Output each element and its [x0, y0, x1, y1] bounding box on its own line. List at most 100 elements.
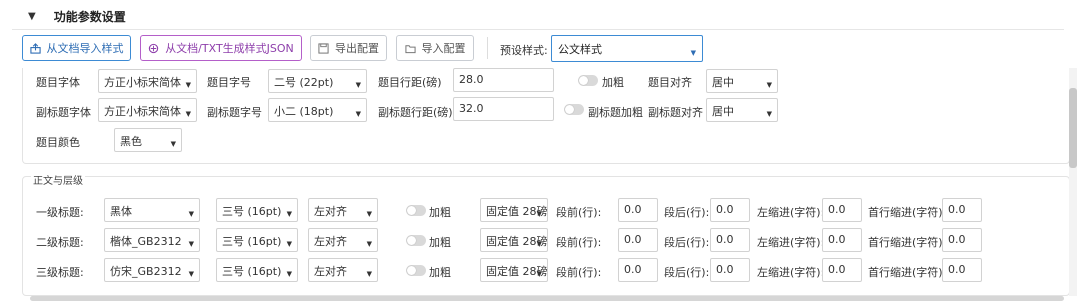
- title-color-select[interactable]: 黑色 ▼: [114, 128, 182, 152]
- row-spacing-select[interactable]: 固定值 28磅 ▼: [480, 258, 548, 282]
- import-config-label: 导入配置: [421, 42, 466, 55]
- row-before-input[interactable]: 0.0: [618, 198, 658, 222]
- title-spacing-label: 题目行距(磅): [378, 76, 442, 89]
- title-color-value: 黑色: [120, 135, 142, 148]
- preset-style-select[interactable]: 公文样式 ▼: [551, 35, 703, 62]
- chevron-down-icon: ▼: [536, 270, 542, 278]
- title-align-value: 居中: [712, 76, 734, 89]
- title-size-label: 题目字号: [207, 76, 251, 89]
- row-bold-label: 加粗: [429, 266, 451, 279]
- row-align-select[interactable]: 左对齐 ▼: [308, 258, 378, 282]
- subtitle-size-label: 副标题字号: [207, 106, 262, 119]
- preset-label: 预设样式:: [500, 44, 548, 57]
- subtitle-font-value: 方正小标宋简体: [104, 105, 181, 118]
- row-font-select[interactable]: 仿宋_GB2312 ▼: [104, 258, 200, 282]
- row-bold-label: 加粗: [429, 236, 451, 249]
- row-first-indent-label: 首行缩进(字符):: [868, 236, 947, 249]
- row-bold-toggle[interactable]: [406, 265, 426, 276]
- import-config-button[interactable]: 导入配置: [396, 35, 474, 61]
- title-font-select[interactable]: 方正小标宋简体 ▼: [98, 69, 197, 93]
- row-before-input[interactable]: 0.0: [618, 258, 658, 282]
- horizontal-scrollbar[interactable]: [30, 296, 1064, 301]
- row-font-select[interactable]: 楷体_GB2312 ▼: [104, 228, 200, 252]
- title-bold-label: 加粗: [602, 76, 624, 89]
- row-after-label: 段后(行):: [664, 236, 710, 249]
- subtitle-size-select[interactable]: 小二 (18pt) ▼: [268, 98, 367, 122]
- chevron-down-icon: ▼: [188, 210, 194, 218]
- row-size-select[interactable]: 三号 (16pt) ▼: [216, 258, 298, 282]
- row-left-indent-input[interactable]: 0.0: [822, 198, 862, 222]
- subtitle-spacing-label: 副标题行距(磅): [378, 106, 453, 119]
- row-left-indent-input[interactable]: 0.0: [822, 228, 862, 252]
- title-font-value: 方正小标宋简体: [104, 76, 181, 89]
- title-bold-toggle[interactable]: [578, 75, 598, 86]
- row-font-value: 仿宋_GB2312: [110, 265, 182, 278]
- subtitle-font-select[interactable]: 方正小标宋简体 ▼: [98, 98, 197, 122]
- magic-icon: [149, 43, 159, 53]
- title-size-select[interactable]: 二号 (22pt) ▼: [268, 69, 367, 93]
- row-before-input[interactable]: 0.0: [618, 228, 658, 252]
- row-after-input[interactable]: 0.0: [710, 198, 750, 222]
- row-align-value: 左对齐: [314, 205, 347, 218]
- chevron-down-icon: ▼: [286, 210, 292, 218]
- chevron-down-icon: ▼: [170, 140, 176, 148]
- title-align-label: 题目对齐: [648, 76, 692, 89]
- title-size-value: 二号 (22pt): [274, 76, 334, 89]
- chevron-down-icon: ▼: [286, 240, 292, 248]
- toolbar-separator: [487, 37, 488, 59]
- row-after-label: 段后(行):: [664, 206, 710, 219]
- chevron-down-icon: ▼: [188, 270, 194, 278]
- generate-style-json-button[interactable]: 从文档/TXT生成样式JSON: [140, 35, 302, 61]
- row-font-select[interactable]: 黑体 ▼: [104, 198, 200, 222]
- title-font-label: 题目字体: [36, 76, 80, 89]
- chevron-down-icon: ▼: [188, 240, 194, 248]
- row-spacing-select[interactable]: 固定值 28磅 ▼: [480, 198, 548, 222]
- section-header[interactable]: ▼ 功能参数设置: [28, 8, 126, 25]
- chevron-down-icon: ▼: [286, 270, 292, 278]
- subtitle-align-select[interactable]: 居中 ▼: [706, 98, 778, 122]
- row-label: 二级标题:: [36, 236, 84, 249]
- row-size-select[interactable]: 三号 (16pt) ▼: [216, 198, 298, 222]
- subtitle-align-label: 副标题对齐: [648, 106, 703, 119]
- row-font-value: 楷体_GB2312: [110, 235, 182, 248]
- row-font-value: 黑体: [110, 205, 132, 218]
- subtitle-font-label: 副标题字体: [36, 106, 91, 119]
- row-after-label: 段后(行):: [664, 266, 710, 279]
- chevron-down-icon: ▼: [355, 81, 361, 89]
- upload-icon: [29, 42, 41, 54]
- row-bold-toggle[interactable]: [406, 205, 426, 216]
- subtitle-size-value: 小二 (18pt): [274, 105, 334, 118]
- row-after-input[interactable]: 0.0: [710, 228, 750, 252]
- row-bold-toggle[interactable]: [406, 235, 426, 246]
- row-size-select[interactable]: 三号 (16pt) ▼: [216, 228, 298, 252]
- row-spacing-select[interactable]: 固定值 28磅 ▼: [480, 228, 548, 252]
- row-first-indent-input[interactable]: 0.0: [942, 198, 982, 222]
- row-first-indent-label: 首行缩进(字符):: [868, 206, 947, 219]
- vertical-scrollbar-thumb[interactable]: [1069, 88, 1077, 168]
- row-align-select[interactable]: 左对齐 ▼: [308, 228, 378, 252]
- save-icon: [318, 42, 329, 54]
- collapse-triangle-icon[interactable]: ▼: [28, 11, 36, 22]
- chevron-down-icon: ▼: [355, 110, 361, 118]
- import-style-from-doc-button[interactable]: 从文档导入样式: [22, 35, 131, 61]
- row-before-label: 段前(行):: [556, 206, 602, 219]
- chevron-down-icon: ▼: [536, 240, 542, 248]
- subtitle-bold-label: 副标题加粗: [588, 106, 643, 119]
- row-align-select[interactable]: 左对齐 ▼: [308, 198, 378, 222]
- generate-json-label: 从文档/TXT生成样式JSON: [165, 42, 294, 55]
- chevron-down-icon: ▼: [366, 240, 372, 248]
- title-align-select[interactable]: 居中 ▼: [706, 69, 778, 93]
- subtitle-align-value: 居中: [712, 105, 734, 118]
- row-left-indent-input[interactable]: 0.0: [822, 258, 862, 282]
- body-hierarchy-title: 正文与层级: [31, 172, 85, 187]
- row-size-value: 三号 (16pt): [222, 265, 282, 278]
- row-first-indent-input[interactable]: 0.0: [942, 228, 982, 252]
- export-config-button[interactable]: 导出配置: [310, 35, 387, 61]
- subtitle-bold-toggle[interactable]: [564, 104, 584, 115]
- preset-style-value: 公文样式: [558, 43, 602, 56]
- title-color-label: 题目颜色: [36, 136, 80, 149]
- subtitle-spacing-input[interactable]: 32.0: [453, 97, 554, 121]
- row-first-indent-input[interactable]: 0.0: [942, 258, 982, 282]
- row-after-input[interactable]: 0.0: [710, 258, 750, 282]
- title-spacing-input[interactable]: 28.0: [453, 68, 554, 92]
